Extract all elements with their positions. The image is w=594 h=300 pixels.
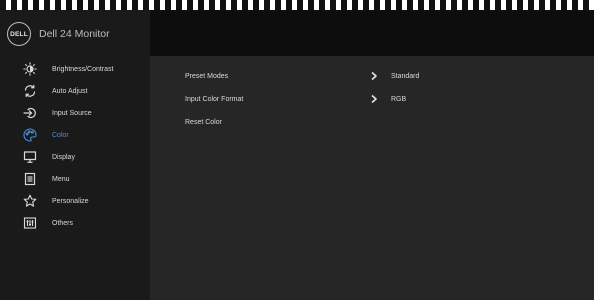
brand: DELL Dell 24 Monitor — [7, 21, 110, 47]
brightness-icon — [23, 62, 37, 76]
sidebar-item-label: Others — [52, 219, 74, 227]
chevron-right-icon — [370, 93, 380, 105]
monitor-osd: DELL Dell 24 Monitor Brightness/Contrast — [0, 10, 594, 300]
auto-adjust-icon — [24, 84, 36, 98]
sidebar-item-personalize[interactable]: Personalize — [0, 190, 150, 212]
preset-modes-label: Preset Modes — [185, 72, 229, 80]
dell-logo: DELL — [7, 22, 31, 46]
sidebar-item-label: Display — [52, 153, 75, 161]
top-edge-pattern — [0, 0, 594, 10]
sidebar-item-label: Auto Adjust — [52, 87, 88, 95]
header-bar — [150, 10, 594, 56]
reset-color-label: Reset Color — [185, 118, 222, 126]
input-source-icon — [23, 107, 36, 119]
input-color-format-label: Input Color Format — [185, 95, 244, 103]
sidebar-item-menu[interactable]: Menu — [0, 168, 150, 190]
preset-modes-value: Standard — [391, 72, 420, 80]
sidebar-item-color[interactable]: Color — [0, 124, 150, 146]
sidebar-item-label: Menu — [52, 175, 70, 183]
star-icon — [23, 194, 37, 207]
input-color-format-row[interactable]: Input Color Format — [185, 93, 243, 105]
sidebar-item-others[interactable]: Others — [0, 212, 150, 234]
chevron-right-icon — [370, 70, 380, 82]
display-icon — [23, 151, 37, 163]
sidebar-item-brightness-contrast[interactable]: Brightness/Contrast — [0, 58, 150, 80]
sidebar-item-display[interactable]: Display — [0, 146, 150, 168]
app-title: Dell 24 Monitor — [39, 28, 110, 40]
sidebar: DELL Dell 24 Monitor Brightness/Contrast — [0, 10, 150, 300]
input-color-format-value: RGB — [391, 95, 407, 103]
preset-modes-row[interactable]: Preset Modes — [185, 70, 228, 82]
menu-icon — [24, 172, 36, 186]
reset-color-row[interactable]: Reset Color — [185, 116, 222, 128]
sidebar-item-label: Color — [52, 131, 69, 139]
sidebar-item-input-source[interactable]: Input Source — [0, 102, 150, 124]
others-icon — [23, 217, 37, 229]
sidebar-item-auto-adjust[interactable]: Auto Adjust — [0, 80, 150, 102]
color-settings-panel: Preset Modes Standard Input Color Format… — [150, 56, 594, 300]
sidebar-item-label: Personalize — [52, 197, 89, 205]
color-palette-icon — [23, 128, 37, 142]
sidebar-item-label: Input Source — [52, 109, 92, 117]
sidebar-menu: Brightness/Contrast Auto Adjust Input So… — [0, 58, 150, 234]
sidebar-item-label: Brightness/Contrast — [52, 65, 114, 73]
